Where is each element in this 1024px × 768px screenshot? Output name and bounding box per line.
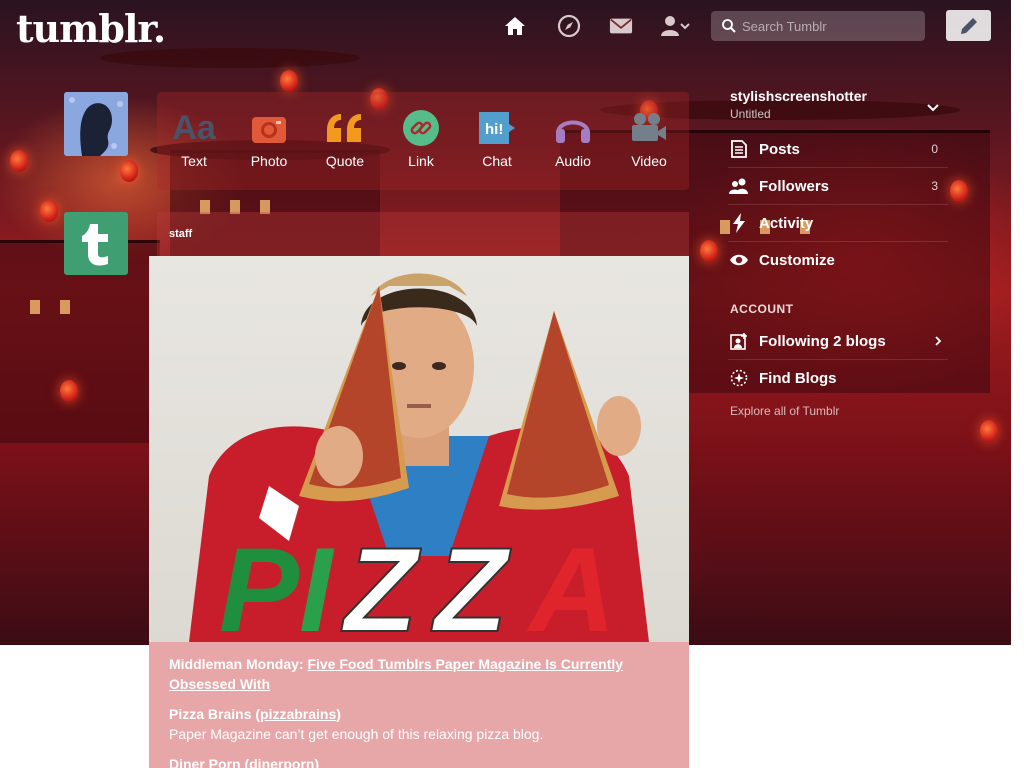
post-type-label: Chat xyxy=(482,153,512,169)
blog-name-link[interactable]: stylishscreenshotter xyxy=(730,88,867,104)
sidebar-item-label: Activity xyxy=(759,214,814,232)
post-type-label: Video xyxy=(631,153,667,169)
account-person-icon[interactable] xyxy=(660,14,690,38)
camera-icon xyxy=(234,108,304,148)
post-text: ) xyxy=(314,756,320,768)
post-type-label: Link xyxy=(408,153,434,169)
post-paragraph-2-desc: Paper Magazine can’t get enough of this … xyxy=(169,726,544,742)
post-text: ) xyxy=(336,706,341,722)
post-text: Pizza Brains ( xyxy=(169,706,261,722)
inbox-envelope-icon[interactable] xyxy=(609,14,633,38)
pencil-icon xyxy=(958,15,980,37)
posts-document-icon xyxy=(728,139,750,159)
explore-tumblr-link[interactable]: Explore all of Tumblr xyxy=(730,404,839,418)
following-person-plus-icon xyxy=(728,331,750,351)
staff-avatar[interactable] xyxy=(64,212,128,275)
post-body: Middleman Monday: Five Food Tumblrs Pape… xyxy=(149,642,689,768)
post-type-text[interactable]: Aa Text xyxy=(159,108,229,170)
post-paragraph-3: Diner Porn (dinerporn) xyxy=(169,754,659,768)
sidebar-item-label: Posts xyxy=(759,140,800,158)
post-type-label: Text xyxy=(181,153,207,169)
pizza-letter: Z xyxy=(431,523,512,642)
post-type-quote[interactable]: Quote xyxy=(310,108,380,169)
post-type-audio[interactable]: Audio xyxy=(538,108,608,169)
tumblr-logo[interactable]: tumblr. xyxy=(16,6,166,51)
sidebar-item-label: Following 2 blogs xyxy=(759,332,886,350)
post-author-link[interactable]: staff xyxy=(169,228,192,240)
post-photo[interactable]: P I Z Z A xyxy=(149,256,689,642)
pizza-letter: A xyxy=(526,523,616,642)
post-link[interactable]: pizzabrains xyxy=(260,706,336,722)
sidebar-item-label: Customize xyxy=(759,251,835,269)
pizza-letter: Z xyxy=(341,523,422,642)
pizza-letter: I xyxy=(299,523,335,642)
sidebar-item-customize[interactable]: Customize xyxy=(728,242,948,278)
post-type-photo[interactable]: Photo xyxy=(234,108,304,169)
search-icon xyxy=(722,19,736,33)
search-input[interactable] xyxy=(740,17,924,35)
post-link[interactable]: dinerporn xyxy=(249,756,314,768)
sidebar-item-followers[interactable]: Followers 3 xyxy=(728,168,948,205)
sidebar-item-label: Followers xyxy=(759,177,830,195)
followers-count: 3 xyxy=(931,179,938,193)
post-text: Diner Porn ( xyxy=(169,756,250,768)
svg-text:hi!: hi! xyxy=(485,121,503,138)
find-blogs-sparkle-icon xyxy=(728,368,750,388)
sidebar-item-activity[interactable]: Activity xyxy=(728,205,948,242)
post-type-label: Quote xyxy=(325,153,365,169)
text-aa-icon: Aa xyxy=(172,108,216,147)
link-icon xyxy=(386,108,456,148)
activity-bolt-icon xyxy=(728,213,750,233)
post-type-link[interactable]: Link xyxy=(386,108,456,169)
pizza-letter: P xyxy=(219,523,300,642)
post-type-video[interactable]: Video xyxy=(614,108,684,169)
sidebar-item-following[interactable]: Following 2 blogs xyxy=(728,323,948,360)
post-type-label: Photo xyxy=(250,153,288,169)
user-avatar[interactable] xyxy=(64,92,128,156)
explore-compass-icon[interactable] xyxy=(557,14,581,38)
followers-people-icon xyxy=(728,176,750,196)
quote-icon xyxy=(310,108,380,148)
chat-icon: hi! xyxy=(462,108,532,148)
post-header: staff xyxy=(157,212,689,257)
customize-eye-icon xyxy=(728,250,750,270)
video-camera-icon xyxy=(614,108,684,148)
post-paragraph-1: Middleman Monday: Five Food Tumblrs Pape… xyxy=(169,654,659,694)
sidebar-item-label: Find Blogs xyxy=(759,369,837,387)
posts-count: 0 xyxy=(931,142,938,156)
chevron-right-icon xyxy=(934,335,942,347)
post-text: Middleman Monday: xyxy=(169,656,308,672)
post-paragraph-2: Pizza Brains (pizzabrains) xyxy=(169,704,659,724)
home-icon[interactable] xyxy=(503,14,527,38)
sidebar-item-find-blogs[interactable]: Find Blogs xyxy=(728,360,948,396)
blog-subtitle: Untitled xyxy=(730,107,771,121)
headphones-icon xyxy=(538,108,608,148)
search-box[interactable] xyxy=(711,11,925,41)
chevron-down-icon[interactable] xyxy=(926,100,940,118)
account-section-heading: ACCOUNT xyxy=(730,302,794,316)
sidebar-item-posts[interactable]: Posts 0 xyxy=(728,131,948,168)
post-type-chat[interactable]: hi! Chat xyxy=(462,108,532,169)
compose-post-button[interactable] xyxy=(946,10,991,41)
post-type-label: Audio xyxy=(555,153,591,169)
